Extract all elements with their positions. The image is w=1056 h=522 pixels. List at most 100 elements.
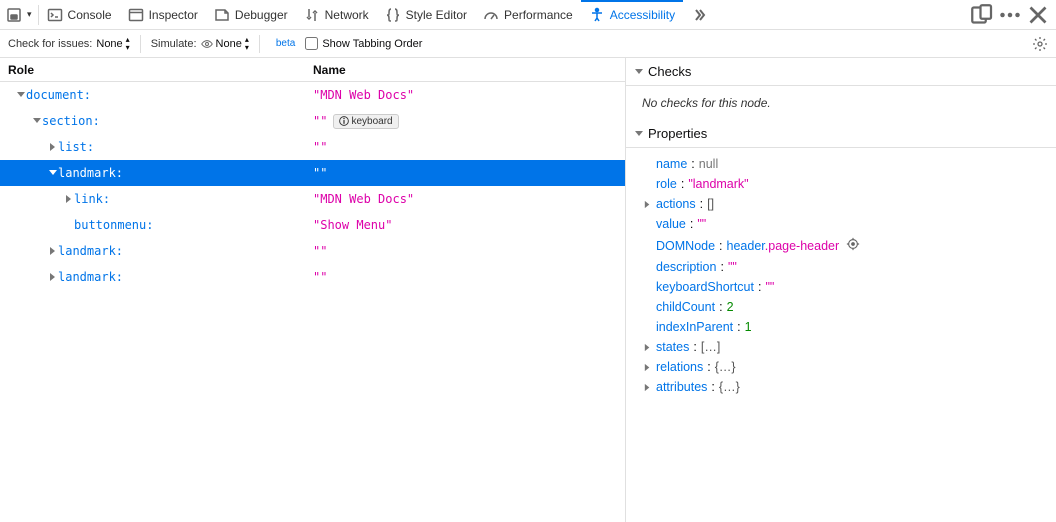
keyboard-badge[interactable]: keyboard bbox=[333, 114, 398, 129]
col-header-role[interactable]: Role bbox=[0, 63, 305, 77]
property-row[interactable]: value: "" bbox=[634, 214, 1048, 234]
property-key: childCount bbox=[656, 300, 715, 314]
name-value: "" bbox=[313, 270, 327, 284]
property-key: indexInParent bbox=[656, 320, 733, 334]
twisty-closed-icon[interactable] bbox=[48, 272, 58, 282]
tab-label: Accessibility bbox=[610, 8, 675, 22]
twisty-open-icon[interactable] bbox=[16, 90, 26, 100]
name-value: "" bbox=[313, 244, 327, 258]
property-row[interactable]: indexInParent: 1 bbox=[634, 317, 1048, 337]
checks-section-header[interactable]: Checks bbox=[626, 58, 1056, 86]
simulate-label: Simulate: bbox=[151, 38, 197, 50]
tab-accessibility[interactable]: Accessibility bbox=[581, 0, 683, 29]
role-label: landmark: bbox=[58, 270, 123, 284]
properties-section-body: name: nullrole: "landmark"actions: []val… bbox=[626, 148, 1056, 403]
name-value: "Show Menu" bbox=[313, 218, 392, 232]
check-issues-dropdown[interactable]: None ▴▾ bbox=[96, 36, 129, 52]
twisty-closed-icon[interactable] bbox=[48, 142, 58, 152]
tree-row[interactable]: buttonmenu: "Show Menu" bbox=[0, 212, 625, 238]
properties-section-header[interactable]: Properties bbox=[626, 120, 1056, 148]
tree-row[interactable]: document: "MDN Web Docs" bbox=[0, 82, 625, 108]
property-key: name bbox=[656, 157, 687, 171]
tab-inspector[interactable]: Inspector bbox=[120, 0, 206, 29]
property-row[interactable]: actions: [] bbox=[634, 194, 1048, 214]
dock-mode-button[interactable] bbox=[970, 3, 994, 27]
twisty-closed-icon[interactable] bbox=[642, 343, 652, 352]
main-content: Role Name document: "MDN Web Docs" sectio… bbox=[0, 58, 1056, 522]
property-row[interactable]: description: "" bbox=[634, 257, 1048, 277]
role-label: document: bbox=[26, 88, 91, 102]
tree-row[interactable]: list:"" bbox=[0, 134, 625, 160]
tabbing-order-toggle[interactable]: Show Tabbing Order bbox=[305, 37, 422, 50]
property-row[interactable]: childCount: 2 bbox=[634, 297, 1048, 317]
tab-network[interactable]: Network bbox=[296, 0, 377, 29]
property-key: relations bbox=[656, 360, 703, 374]
property-value: 1 bbox=[745, 320, 752, 334]
role-label: link: bbox=[74, 192, 110, 206]
property-row[interactable]: relations: {…} bbox=[634, 357, 1048, 377]
property-key: description bbox=[656, 260, 716, 274]
col-header-name[interactable]: Name bbox=[305, 63, 625, 77]
tree-row[interactable]: landmark: "" bbox=[0, 264, 625, 290]
role-label: section: bbox=[42, 114, 100, 128]
settings-gear-icon[interactable] bbox=[1032, 36, 1048, 52]
property-row[interactable]: name: null bbox=[634, 154, 1048, 174]
tab-styleeditor[interactable]: Style Editor bbox=[377, 0, 475, 29]
dropdown-arrows-icon: ▴▾ bbox=[245, 36, 249, 52]
property-value: {…} bbox=[719, 380, 740, 394]
property-key: keyboardShortcut bbox=[656, 280, 754, 294]
property-row[interactable]: states: […] bbox=[634, 337, 1048, 357]
twisty-closed-icon[interactable] bbox=[642, 200, 652, 209]
property-value: null bbox=[699, 157, 718, 171]
accessibility-details-panel: Checks No checks for this node. Properti… bbox=[626, 58, 1056, 522]
tabs-overflow-button[interactable] bbox=[683, 0, 715, 29]
devtools-toolbar: ▾ Console Inspector Debugger Network Sty… bbox=[0, 0, 1056, 30]
property-value: [] bbox=[707, 197, 714, 211]
tab-label: Console bbox=[68, 8, 112, 22]
property-row[interactable]: role: "landmark" bbox=[634, 174, 1048, 194]
accessibility-tree-panel: Role Name document: "MDN Web Docs" sectio… bbox=[0, 58, 626, 522]
tree-row[interactable]: landmark:"" bbox=[0, 160, 625, 186]
checks-empty-message: No checks for this node. bbox=[634, 92, 1048, 114]
inspect-node-icon[interactable] bbox=[843, 237, 860, 254]
property-value: "landmark" bbox=[688, 177, 748, 191]
tree-header: Role Name bbox=[0, 58, 625, 82]
tab-console[interactable]: Console bbox=[39, 0, 120, 29]
twisty-open-icon[interactable] bbox=[32, 116, 42, 126]
twisty-closed-icon[interactable] bbox=[64, 194, 74, 204]
role-label: buttonmenu: bbox=[74, 218, 153, 232]
tabbing-checkbox[interactable] bbox=[305, 37, 318, 50]
twisty-closed-icon[interactable] bbox=[48, 246, 58, 256]
tab-label: Performance bbox=[504, 8, 573, 22]
twisty-open-icon bbox=[634, 129, 644, 139]
property-row[interactable]: keyboardShortcut: "" bbox=[634, 277, 1048, 297]
tree-row[interactable]: landmark:"" bbox=[0, 238, 625, 264]
twisty-closed-icon[interactable] bbox=[642, 363, 652, 372]
tree-body[interactable]: document:"MDN Web Docs" section:""keyboa… bbox=[0, 82, 625, 522]
name-value: "MDN Web Docs" bbox=[313, 88, 414, 102]
tab-debugger[interactable]: Debugger bbox=[206, 0, 296, 29]
dropdown-arrows-icon: ▴▾ bbox=[126, 36, 130, 52]
property-key: value bbox=[656, 217, 686, 231]
separator bbox=[140, 35, 141, 53]
close-devtools-button[interactable] bbox=[1026, 3, 1050, 27]
iframe-picker-button[interactable]: ▾ bbox=[0, 0, 38, 29]
tab-label: Inspector bbox=[149, 8, 198, 22]
property-row[interactable]: DOMNode: header.page-header bbox=[634, 234, 1048, 257]
property-row[interactable]: attributes: {…} bbox=[634, 377, 1048, 397]
property-value: 2 bbox=[727, 300, 734, 314]
dom-node-link[interactable]: header.page-header bbox=[727, 239, 840, 253]
property-value: {…} bbox=[715, 360, 736, 374]
meatball-menu-button[interactable] bbox=[998, 3, 1022, 27]
property-key: attributes bbox=[656, 380, 707, 394]
tree-row[interactable]: link: "MDN Web Docs" bbox=[0, 186, 625, 212]
tab-performance[interactable]: Performance bbox=[475, 0, 581, 29]
tree-row[interactable]: section:""keyboard bbox=[0, 108, 625, 134]
tab-label: Network bbox=[325, 8, 369, 22]
tab-label: Debugger bbox=[235, 8, 288, 22]
name-value: "MDN Web Docs" bbox=[313, 192, 414, 206]
checks-section-body: No checks for this node. bbox=[626, 86, 1056, 120]
twisty-closed-icon[interactable] bbox=[642, 383, 652, 392]
twisty-open-icon[interactable] bbox=[48, 168, 58, 178]
simulate-dropdown[interactable]: None ▴▾ bbox=[201, 36, 249, 52]
